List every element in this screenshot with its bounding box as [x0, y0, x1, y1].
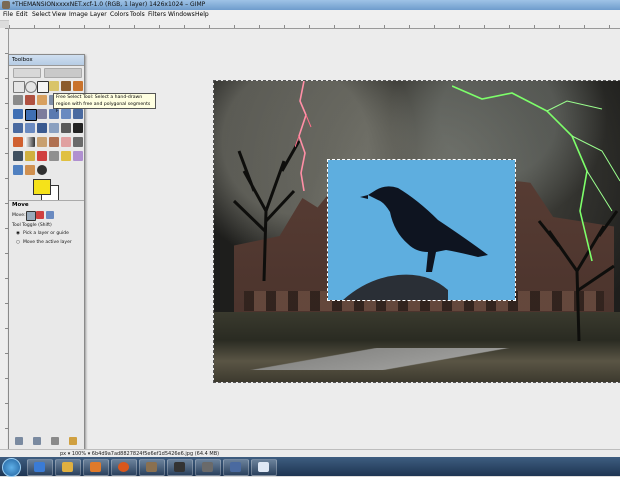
save-options-icon[interactable] — [15, 437, 23, 445]
smudge-icon[interactable] — [73, 151, 83, 161]
taskbar-gimp[interactable] — [139, 459, 165, 476]
app-icon-2 — [230, 462, 241, 472]
blur-icon[interactable] — [61, 151, 71, 161]
gimp-app-icon — [2, 1, 10, 9]
crop-icon[interactable] — [37, 109, 47, 119]
dodge-burn-icon[interactable] — [13, 165, 23, 175]
eraser-icon[interactable] — [61, 137, 71, 147]
move-path-icon[interactable] — [46, 211, 54, 219]
tool-toggle-label: Tool Toggle (Shift) — [12, 223, 52, 228]
flip-icon[interactable] — [25, 123, 35, 133]
taskbar-steam[interactable] — [167, 459, 193, 476]
taskbar-snipping[interactable] — [251, 459, 277, 476]
select-by-color-icon[interactable] — [61, 81, 71, 91]
free-select-icon[interactable] — [37, 81, 49, 93]
move-selection-icon[interactable] — [36, 211, 44, 219]
color-picker-icon[interactable] — [37, 95, 47, 105]
move-tool-icon[interactable] — [25, 109, 37, 121]
taskbar-explorer[interactable] — [27, 459, 53, 476]
bare-tree-left — [232, 140, 301, 281]
divider — [9, 200, 84, 201]
toolbox-titlebar: Toolbox — [9, 55, 84, 66]
paintbrush-icon[interactable] — [49, 137, 59, 147]
title-bar: *THEMANSIONxxxxNET.xcf-1.0 (RGB, 1 layer… — [0, 0, 620, 10]
image-menu-area[interactable] — [13, 68, 41, 78]
heal-icon[interactable] — [37, 151, 47, 161]
restore-options-icon[interactable] — [33, 437, 41, 445]
clone-icon[interactable] — [25, 151, 35, 161]
rect-select-icon[interactable] — [13, 81, 25, 93]
menu-select[interactable]: Select — [32, 11, 51, 18]
tool-options-title: Move — [12, 202, 29, 208]
scissors-icon[interactable] — [73, 81, 83, 91]
move-layer-icon[interactable] — [26, 211, 36, 221]
snipping-tool-icon — [258, 462, 269, 472]
free-select-tooltip: Free Select Tool: Select a hand-drawn re… — [53, 93, 156, 114]
blend-icon[interactable] — [25, 137, 35, 147]
ink-drop-icon[interactable] — [25, 165, 35, 175]
folder-icon — [62, 462, 73, 472]
pick-layer-label: Pick a layer or guide — [23, 231, 69, 236]
menu-image[interactable]: Image — [69, 11, 88, 18]
app-icon — [202, 462, 213, 472]
radio-pick-layer[interactable]: ◉ — [16, 231, 20, 236]
ink-icon[interactable] — [13, 151, 23, 161]
steam-icon — [174, 462, 185, 472]
menu-help[interactable]: Help — [195, 11, 209, 18]
brush-preview[interactable] — [44, 68, 82, 78]
move-label: Move: — [12, 213, 26, 218]
menu-colors[interactable]: Colors — [110, 11, 129, 18]
gimp-icon — [146, 462, 157, 472]
menu-tools[interactable]: Tools — [130, 11, 145, 18]
menu-windows[interactable]: Windows — [168, 11, 195, 18]
walkway — [214, 348, 620, 370]
menu-edit[interactable]: Edit — [16, 11, 28, 18]
pencil-icon[interactable] — [37, 137, 47, 147]
paths-icon[interactable] — [25, 95, 35, 105]
move-active-label: Move the active layer — [23, 240, 72, 245]
warp-icon[interactable] — [49, 123, 59, 133]
media-player-icon — [90, 462, 101, 472]
burn-icon[interactable] — [37, 165, 47, 175]
taskbar-app[interactable] — [195, 459, 221, 476]
taskbar-firefox[interactable] — [111, 459, 137, 476]
menu-filters[interactable]: Filters — [148, 11, 166, 18]
crow-layer[interactable] — [327, 159, 516, 301]
window-title: *THEMANSIONxxxxNET.xcf-1.0 (RGB, 1 layer… — [12, 1, 206, 8]
perspective-icon[interactable] — [13, 123, 23, 133]
perspective-clone-icon[interactable] — [49, 151, 59, 161]
firefox-icon — [118, 462, 129, 472]
tooltip-line-2: region with free and polygonal segments … — [56, 102, 151, 114]
cage-transform-icon[interactable] — [37, 123, 47, 133]
taskbar-media[interactable] — [83, 459, 109, 476]
windows-taskbar — [0, 457, 620, 477]
taskbar-folder[interactable] — [55, 459, 81, 476]
start-orb[interactable] — [2, 458, 21, 477]
airbrush-icon[interactable] — [73, 137, 83, 147]
bucket-fill-icon[interactable] — [13, 137, 23, 147]
reset-options-icon[interactable] — [69, 437, 77, 445]
text-A-icon[interactable] — [73, 123, 83, 133]
explorer-icon — [34, 462, 45, 472]
menu-file[interactable]: File — [3, 11, 13, 18]
menu-view[interactable]: View — [52, 11, 66, 18]
toolbox-title: Toolbox — [12, 57, 33, 63]
menu-layer[interactable]: Layer — [90, 11, 107, 18]
taskbar-app-2[interactable] — [223, 459, 249, 476]
align-icon[interactable] — [13, 109, 23, 119]
crow-image — [343, 186, 488, 300]
ellipse-select-icon[interactable] — [25, 81, 37, 93]
foreground-select-icon[interactable] — [13, 95, 23, 105]
delete-options-icon[interactable] — [51, 437, 59, 445]
fuzzy-select-icon[interactable] — [49, 81, 59, 91]
horizontal-ruler[interactable] — [9, 20, 620, 29]
fg-swatch-top[interactable] — [33, 179, 51, 195]
tooltip-line-1: Free Select Tool: Select a hand-drawn — [56, 95, 143, 100]
radio-move-active[interactable]: ○ — [16, 240, 20, 245]
text-tool-icon[interactable] — [61, 123, 71, 133]
red-lightning — [295, 81, 312, 191]
